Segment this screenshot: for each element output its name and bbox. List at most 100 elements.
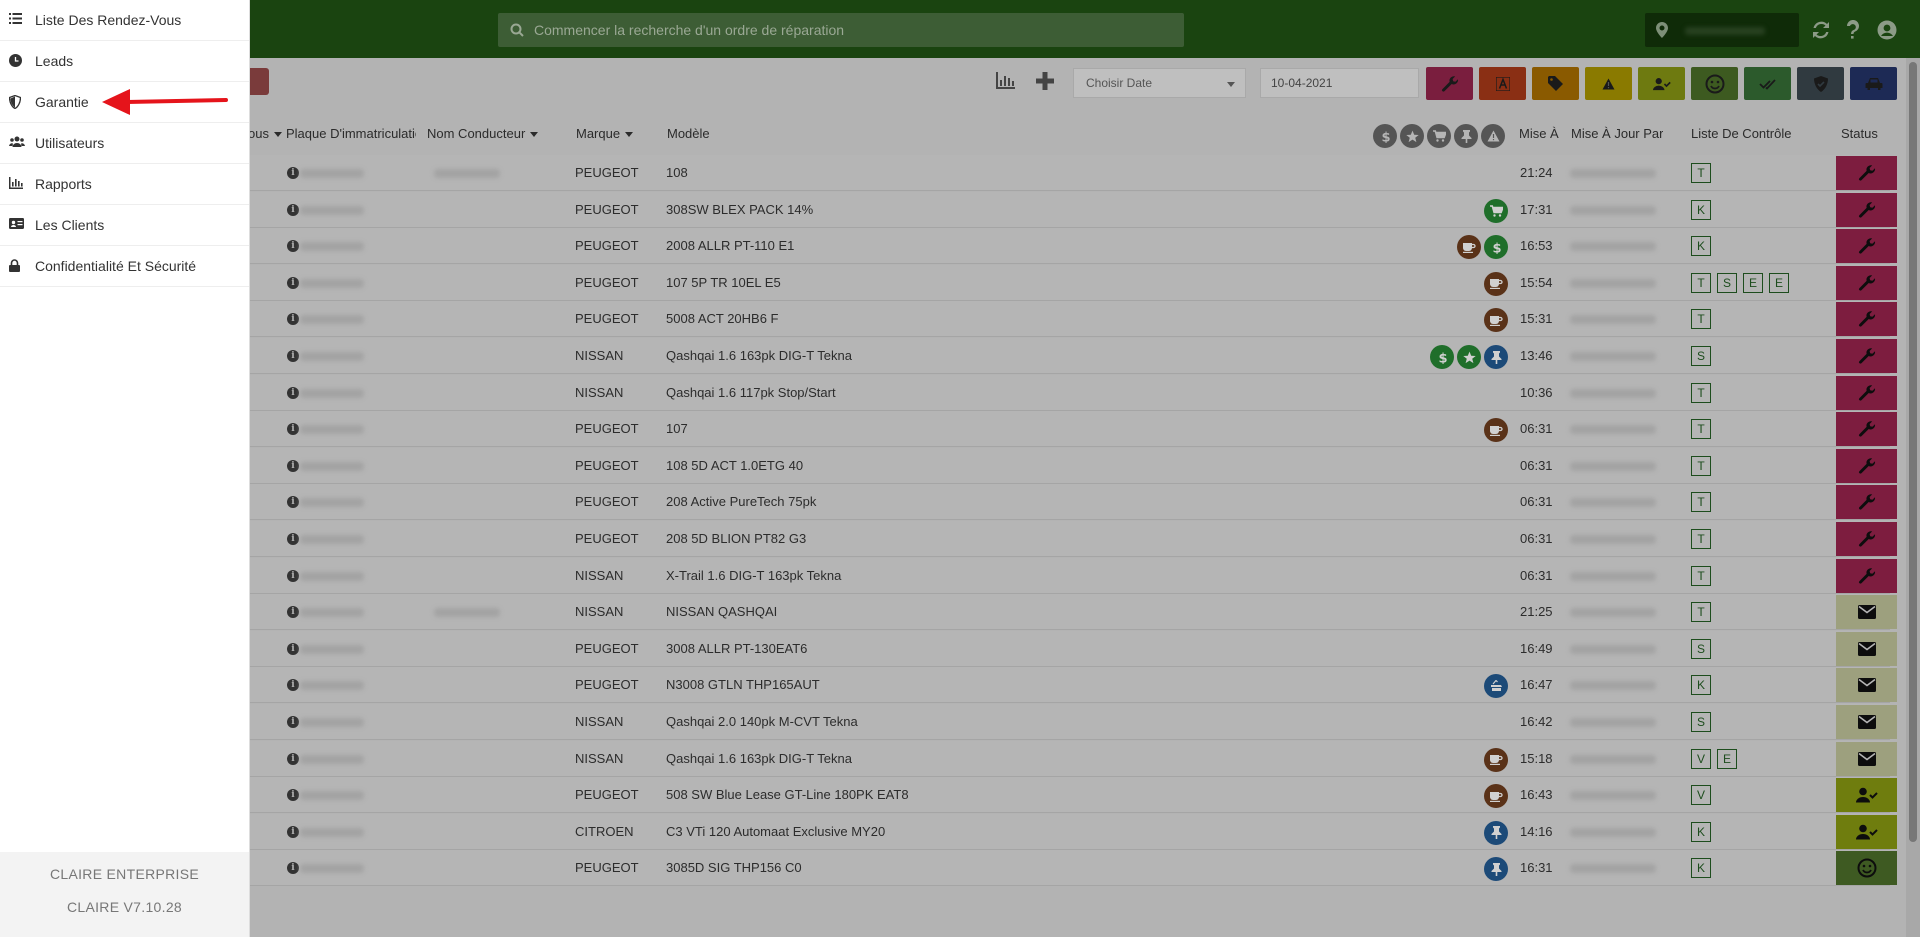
scrollbar-thumb[interactable]	[1909, 62, 1917, 842]
filter-button-warning[interactable]	[1585, 67, 1632, 100]
table-row[interactable]: i PEUGEOT N3008 GTLN THP165AUT 16:47 K	[248, 667, 1897, 704]
info-icon[interactable]: i	[287, 203, 299, 216]
table-row[interactable]: i PEUGEOT 208 Active PureTech 75pk 06:31 T	[248, 484, 1897, 521]
status-wrench-button[interactable]	[1836, 522, 1897, 556]
info-icon[interactable]: i	[287, 862, 299, 875]
header-filter-warning-icon[interactable]	[1481, 124, 1505, 148]
pin-icon[interactable]	[1484, 820, 1508, 845]
checklist-badge[interactable]: T	[1691, 419, 1711, 440]
filter-button-wrench[interactable]	[1426, 67, 1473, 100]
dollar-icon[interactable]: $	[1430, 345, 1454, 369]
checklist-badge[interactable]: V	[1691, 785, 1711, 806]
status-wrench-button[interactable]	[1836, 302, 1897, 337]
column-header-checklist[interactable]: Liste De Contrôle	[1691, 126, 1791, 141]
info-icon[interactable]: i	[287, 386, 299, 399]
info-icon[interactable]: i	[287, 459, 299, 472]
table-row[interactable]: i PEUGEOT 108 21:24 T	[248, 155, 1897, 191]
checklist-badge[interactable]: T	[1691, 382, 1711, 403]
checklist-badge[interactable]: T	[1691, 455, 1711, 476]
sidebar-item-confidentialite-et-securite[interactable]: Confidentialité Et Sécurité	[0, 246, 249, 287]
info-icon[interactable]: i	[287, 716, 299, 728]
sidebar-item-liste-des-rendez-vous[interactable]: Liste Des Rendez-Vous	[0, 0, 249, 41]
coffee-icon[interactable]	[1484, 308, 1508, 333]
checklist-badge[interactable]: K	[1691, 675, 1711, 696]
checklist-badge[interactable]: S	[1717, 272, 1737, 293]
header-filter-dollar-icon[interactable]: $	[1373, 124, 1397, 148]
info-icon[interactable]: i	[287, 240, 299, 253]
checklist-badge[interactable]: K	[1691, 199, 1711, 220]
header-filter-star-icon[interactable]	[1400, 124, 1424, 148]
column-header-plate[interactable]: Plaque D'immatriculatio	[286, 126, 416, 141]
column-header-updated-by[interactable]: Mise À Jour Par	[1571, 126, 1663, 141]
status-wrench-button[interactable]	[1836, 448, 1897, 483]
bar-chart-icon[interactable]	[995, 72, 1015, 90]
status-user-button[interactable]	[1836, 778, 1897, 813]
star-icon[interactable]	[1457, 345, 1481, 369]
column-header-brand[interactable]: Marque	[576, 126, 634, 141]
checklist-badge[interactable]: T	[1691, 272, 1711, 293]
checklist-badge[interactable]: S	[1691, 346, 1711, 366]
coffee-icon[interactable]	[1484, 271, 1508, 296]
pin-icon[interactable]	[1484, 345, 1508, 369]
status-wrench-button[interactable]	[1836, 339, 1897, 373]
checklist-badge[interactable]: K	[1691, 821, 1711, 842]
status-wrench-button[interactable]	[1836, 558, 1897, 593]
filter-button-smile[interactable]	[1691, 67, 1738, 100]
refresh-icon[interactable]	[1811, 20, 1831, 40]
filter-button-double-check[interactable]	[1744, 67, 1791, 100]
checklist-badge[interactable]: E	[1769, 272, 1789, 293]
date-input[interactable]: 10-04-2021	[1260, 68, 1419, 98]
header-filter-pin-icon[interactable]	[1454, 124, 1478, 148]
info-icon[interactable]: i	[287, 496, 299, 509]
checklist-badge[interactable]: E	[1743, 272, 1763, 293]
status-wrench-button[interactable]	[1836, 156, 1897, 190]
coffee-icon[interactable]	[1484, 418, 1508, 443]
date-select[interactable]: Choisir Date	[1073, 68, 1246, 98]
table-row[interactable]: i PEUGEOT 3008 ALLR PT-130EAT6 16:49 S	[248, 630, 1897, 667]
checklist-badge[interactable]: V	[1691, 748, 1711, 769]
table-row[interactable]: i PEUGEOT 208 5D BLION PT82 G3 06:31 T	[248, 521, 1897, 557]
table-row[interactable]: i PEUGEOT 3085D SIG THP156 C0 16:31 K	[248, 850, 1897, 887]
status-smile-button[interactable]	[1836, 851, 1897, 886]
info-icon[interactable]: i	[287, 423, 299, 436]
status-wrench-button[interactable]	[1836, 375, 1897, 410]
column-header-driver[interactable]: Nom Conducteur	[427, 126, 539, 141]
sidebar-item-utilisateurs[interactable]: Utilisateurs	[0, 123, 249, 164]
table-row[interactable]: i NISSAN NISSAN QASHQAI 21:25 T	[248, 594, 1897, 631]
table-row[interactable]: i PEUGEOT 508 SW Blue Lease GT-Line 180PK …	[248, 777, 1897, 814]
coffee-icon[interactable]	[1457, 235, 1481, 260]
sidebar-item-rapports[interactable]: Rapports	[0, 164, 249, 205]
checklist-badge[interactable]: K	[1691, 858, 1711, 879]
filter-button-shield[interactable]	[1797, 67, 1844, 100]
checklist-badge[interactable]: T	[1691, 163, 1711, 183]
help-icon[interactable]	[1846, 20, 1860, 40]
info-icon[interactable]: i	[287, 679, 299, 692]
add-icon[interactable]	[1036, 72, 1054, 90]
account-icon[interactable]	[1877, 20, 1897, 40]
status-mail-button[interactable]	[1836, 741, 1897, 776]
status-wrench-button[interactable]	[1836, 412, 1897, 447]
location-selector[interactable]	[1645, 13, 1799, 47]
filter-button-user-check[interactable]	[1638, 67, 1685, 100]
search-input[interactable]: Commencer la recherche d'un ordre de rép…	[498, 13, 1184, 47]
column-header-status[interactable]: Status	[1841, 126, 1878, 141]
checklist-badge[interactable]: K	[1691, 236, 1711, 257]
sidebar-item-les-clients[interactable]: Les Clients	[0, 205, 249, 246]
checklist-badge[interactable]: T	[1691, 602, 1711, 623]
dollar-icon[interactable]: $	[1484, 235, 1508, 260]
status-mail-button[interactable]	[1836, 668, 1897, 703]
table-row[interactable]: i NISSAN Qashqai 1.6 117pk Stop/Start 10:36…	[248, 374, 1897, 411]
table-row[interactable]: i PEUGEOT 107 06:31 T	[248, 411, 1897, 448]
checklist-badge[interactable]: T	[1691, 492, 1711, 513]
status-wrench-button[interactable]	[1836, 229, 1897, 264]
checklist-badge[interactable]: T	[1691, 565, 1711, 586]
table-row[interactable]: i NISSAN X-Trail 1.6 DIG-T 163pk Tekna 06:3…	[248, 557, 1897, 594]
status-mail-button[interactable]	[1836, 631, 1897, 666]
filter-button-font[interactable]	[1479, 67, 1526, 100]
coffee-icon[interactable]	[1484, 747, 1508, 772]
cart-icon[interactable]	[1484, 198, 1508, 223]
checklist-badge[interactable]: E	[1717, 748, 1737, 769]
wash-icon[interactable]	[1484, 674, 1508, 699]
status-user-button[interactable]	[1836, 814, 1897, 849]
info-icon[interactable]: i	[287, 350, 299, 362]
